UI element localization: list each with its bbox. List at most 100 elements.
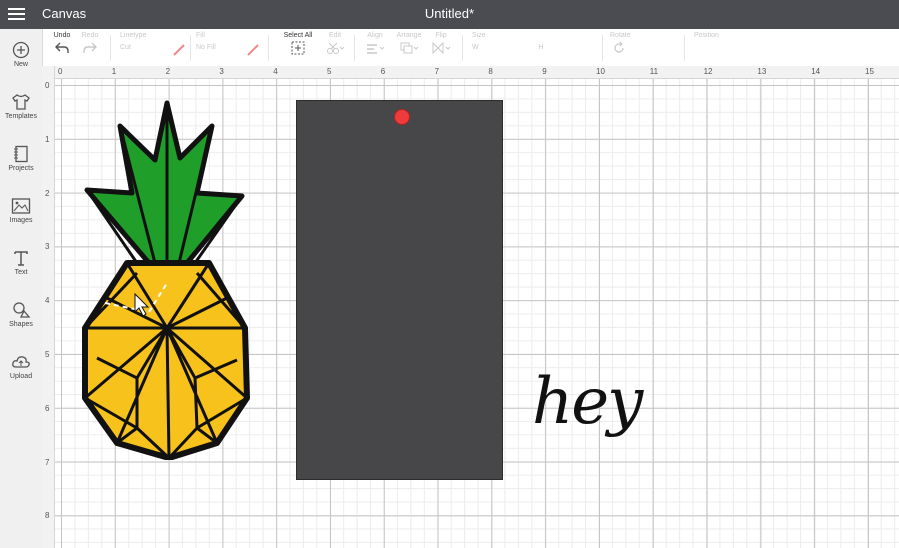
sidebar-item-label: Images	[9, 217, 33, 224]
pineapple-leaves	[84, 100, 245, 266]
ruler-h-label: 7	[434, 67, 440, 76]
sidebar-item-label: Text	[14, 269, 28, 276]
sidebar-item-upload[interactable]: Upload	[0, 353, 42, 380]
sidebar-item-templates[interactable]: Templates	[0, 93, 42, 120]
ruler-v-label: 5	[45, 350, 50, 359]
notebook-icon	[14, 145, 28, 163]
ruler-v-label: 1	[45, 134, 50, 144]
align-button[interactable]: Align	[362, 32, 388, 55]
size-controls: Size W H	[472, 32, 602, 51]
select-all-button[interactable]: Select All	[278, 32, 318, 55]
position-label: Position	[694, 32, 719, 39]
ruler-h-label: 13	[757, 67, 767, 76]
toolbar-divider	[684, 35, 685, 61]
plus-circle-icon	[12, 41, 30, 59]
fill-label: Fill	[196, 32, 205, 39]
rotate-label: Rotate	[610, 32, 631, 39]
toolbar-divider	[354, 35, 355, 61]
linetype-value: Cut	[120, 44, 131, 51]
ruler-h-label: 14	[811, 67, 821, 76]
ruler-h-label: 4	[273, 67, 278, 76]
ruler-v-label: 3	[45, 242, 50, 252]
flip-icon	[432, 41, 451, 55]
fill-value: No Fill	[196, 44, 216, 51]
redo-label: Redo	[81, 32, 99, 39]
ruler-h-label: 0	[58, 67, 63, 76]
tag-shape[interactable]	[296, 100, 503, 480]
ruler-h-label: 6	[380, 67, 386, 76]
cloud-upload-icon	[12, 356, 30, 368]
sidebar-item-new[interactable]: New	[0, 41, 42, 68]
sidebar-item-text[interactable]: Text	[0, 249, 42, 276]
ruler-h-label: 5	[327, 67, 332, 76]
undo-label: Undo	[53, 32, 71, 39]
arrange-button[interactable]: Arrange	[394, 32, 424, 55]
sidebar-item-images[interactable]: Images	[0, 197, 42, 224]
pen-slash-icon	[173, 44, 185, 56]
toolbar-divider	[268, 35, 269, 61]
edit-label: Edit	[328, 32, 342, 39]
align-label: Align	[367, 32, 383, 39]
edit-button[interactable]: Edit	[322, 32, 348, 55]
ruler-v-label: 6	[45, 403, 50, 413]
fill-slash-icon	[247, 44, 259, 56]
sidebar-item-label: Templates	[5, 113, 37, 120]
ruler-h-label: 10	[596, 67, 605, 76]
rotate-control[interactable]: Rotate	[610, 32, 640, 55]
rotate-icon	[614, 41, 624, 53]
size-height-field[interactable]: H	[539, 44, 544, 51]
design-canvas[interactable]: 0 1 2 3 4 5 6 7 8 9 10 11 12 13 14 15 012345678 hey	[42, 66, 899, 548]
sidebar-item-label: Projects	[8, 165, 34, 172]
sidebar-item-projects[interactable]: Projects	[0, 145, 42, 172]
arrange-icon	[400, 42, 419, 54]
ruler-v-label: 8	[45, 511, 50, 521]
linetype-color-swatch[interactable]	[172, 41, 186, 57]
text-t-icon	[14, 251, 28, 266]
left-sidebar: New Templates Projects Images Text Shape…	[0, 29, 43, 548]
size-width-field[interactable]: W	[472, 44, 479, 51]
arrange-label: Arrange	[396, 32, 422, 39]
ruler-h-label: 8	[488, 67, 493, 76]
toolbar-divider	[602, 35, 603, 61]
position-controls[interactable]: Position	[694, 32, 734, 39]
tag-hole-circle[interactable]	[394, 109, 410, 125]
undo-button[interactable]: Undo	[50, 32, 74, 55]
select-all-label: Select All	[283, 32, 313, 39]
flip-label: Flip	[435, 32, 447, 39]
redo-icon	[83, 42, 97, 53]
toolbar-divider	[110, 35, 111, 61]
ruler-h-label: 1	[111, 67, 117, 76]
edit-toolbar: Undo Redo Linetype Cut Fill No Fill Sele…	[42, 29, 899, 67]
pineapple-fruit	[82, 260, 250, 460]
ruler-h-label: 11	[649, 67, 659, 76]
ruler-v-label: 4	[45, 296, 50, 306]
ruler-v-label: 0	[45, 81, 50, 90]
fill-dropdown[interactable]: Fill No Fill	[196, 32, 246, 51]
text-object-hey[interactable]: hey	[532, 365, 643, 439]
ruler-v-label: 2	[45, 188, 50, 198]
top-bar: Canvas Untitled*	[0, 0, 899, 29]
size-label: Size	[472, 32, 486, 39]
tshirt-icon	[12, 94, 30, 110]
linetype-dropdown[interactable]: Linetype Cut	[120, 32, 164, 51]
ruler-h-label: 12	[703, 67, 713, 76]
undo-icon	[55, 42, 69, 53]
vertical-ruler: 0 1 2 3 4 5 6 7 8	[42, 66, 55, 548]
redo-button[interactable]: Redo	[78, 32, 102, 55]
horizontal-ruler: 0 1 2 3 4 5 6 7 8 9 10 11 12 13 14 15	[42, 66, 899, 79]
ruler-h-label: 3	[219, 67, 224, 76]
fill-color-swatch[interactable]	[246, 41, 260, 57]
toolbar-divider	[190, 35, 191, 61]
ruler-h-label: 9	[542, 67, 547, 76]
size-fields: W H	[472, 44, 602, 51]
shapes-icon	[13, 302, 31, 318]
sidebar-item-shapes[interactable]: Shapes	[0, 301, 42, 328]
select-all-icon	[291, 41, 305, 55]
flip-button[interactable]: Flip	[428, 32, 454, 55]
toolbar-divider	[462, 35, 463, 61]
linetype-label: Linetype	[120, 32, 147, 39]
sidebar-item-label: Shapes	[9, 321, 33, 328]
image-icon	[11, 198, 31, 214]
ruler-v-label: 7	[45, 457, 50, 467]
pineapple-image[interactable]	[77, 98, 255, 460]
